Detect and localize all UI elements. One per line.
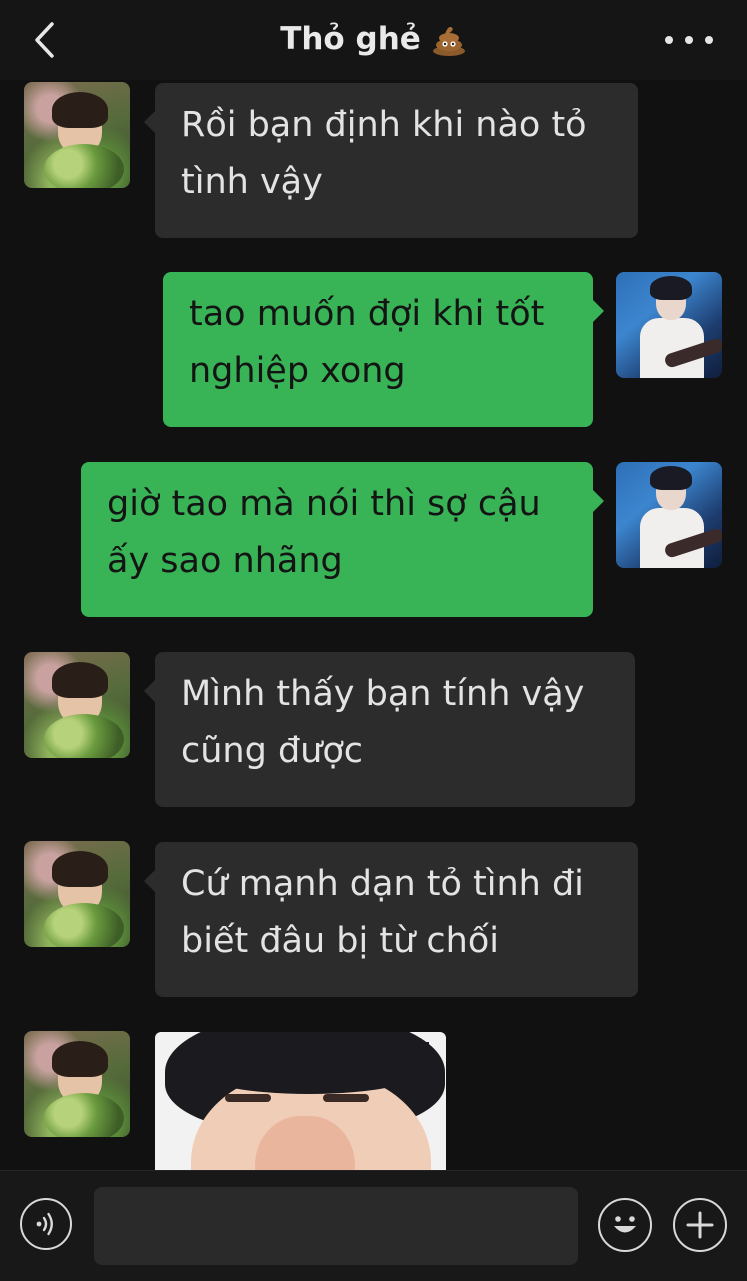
message-list[interactable]: Rồi bạn định khi nào tỏ tình vậy tao muố… xyxy=(0,80,747,1170)
contact-avatar[interactable] xyxy=(24,652,130,758)
chat-title: Thỏ ghẻ xyxy=(280,21,421,57)
incoming-message-bubble[interactable]: Cứ mạnh dạn tỏ tình đi biết đâu bị từ ch… xyxy=(144,842,638,997)
emoji-button[interactable] xyxy=(598,1198,652,1252)
message-text-line: tao muốn đợi khi tốt xyxy=(189,294,545,334)
message-text-line: Rồi bạn định khi nào tỏ xyxy=(181,105,587,145)
more-actions-button[interactable] xyxy=(673,1198,727,1252)
message-text-line: nghiệp xong xyxy=(189,351,406,391)
pile-of-poo-icon xyxy=(432,26,465,56)
message-text-line: ấy sao nhãng xyxy=(107,541,343,581)
message-text-line: Cứ mạnh dạn tỏ tình đi xyxy=(181,864,584,904)
message-text-line: Mình thấy bạn tính vậy xyxy=(181,674,585,714)
message-text-line: biết đâu bị từ chối xyxy=(181,921,499,961)
contact-avatar[interactable] xyxy=(24,841,130,947)
more-dots-icon xyxy=(705,36,713,44)
voice-icon xyxy=(36,1212,53,1236)
outgoing-message-bubble[interactable]: giờ tao mà nói thì sợ cậu ấy sao nhãng xyxy=(81,462,604,617)
emoji-icon xyxy=(614,1216,636,1233)
chat-title-wrap: Thỏ ghẻ xyxy=(0,16,747,62)
plus-icon xyxy=(686,1211,714,1239)
message-text-line: tình vậy xyxy=(181,162,323,202)
voice-input-button[interactable] xyxy=(20,1198,72,1250)
contact-avatar[interactable] xyxy=(24,82,130,188)
my-avatar[interactable] xyxy=(616,462,722,568)
image-message[interactable] xyxy=(155,1032,446,1170)
contact-avatar[interactable] xyxy=(24,1031,130,1137)
message-text-line: cũng được xyxy=(181,731,364,771)
outgoing-message-bubble[interactable]: tao muốn đợi khi tốt nghiệp xong xyxy=(163,272,604,427)
message-input[interactable] xyxy=(94,1187,578,1265)
my-avatar[interactable] xyxy=(616,272,722,378)
chat-header: Thỏ ghẻ xyxy=(0,0,747,80)
incoming-message-bubble[interactable]: Mình thấy bạn tính vậy cũng được xyxy=(144,652,635,807)
more-dots-icon xyxy=(685,36,693,44)
more-dots-icon xyxy=(665,36,673,44)
input-bar xyxy=(0,1170,747,1281)
message-text-line: giờ tao mà nói thì sợ cậu xyxy=(107,484,541,524)
more-options-button[interactable] xyxy=(665,28,713,52)
incoming-message-bubble[interactable]: Rồi bạn định khi nào tỏ tình vậy xyxy=(144,83,638,238)
